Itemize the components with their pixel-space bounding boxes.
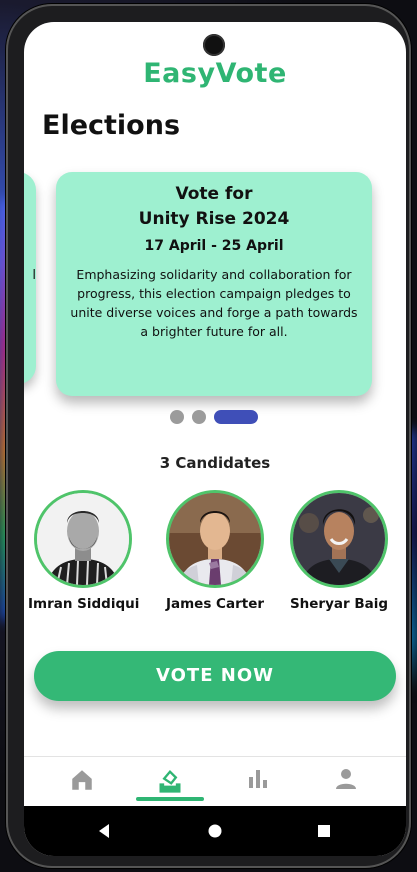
- nav-results[interactable]: [228, 767, 288, 801]
- nav-profile[interactable]: [316, 767, 376, 801]
- previous-card-text: l: [32, 268, 36, 283]
- nav-home[interactable]: [52, 767, 112, 801]
- candidates-count: 3 Candidates: [159, 454, 271, 472]
- vote-now-button[interactable]: VOTE NOW: [34, 651, 396, 701]
- candidate-avatar[interactable]: [290, 490, 388, 588]
- recents-icon[interactable]: [316, 823, 332, 839]
- candidate-avatar[interactable]: [34, 490, 132, 588]
- avatar-portrait-icon: [293, 493, 385, 585]
- home-icon: [72, 770, 92, 790]
- active-tab-indicator: [136, 797, 204, 801]
- system-navigation-bar: [24, 806, 406, 856]
- page-title: Elections: [42, 110, 181, 141]
- app-screen: EasyVote Elections l Vote for Unity Rise…: [24, 22, 406, 856]
- election-name: Unity Rise 2024: [138, 209, 290, 229]
- app-title: EasyVote: [143, 58, 287, 89]
- avatar-portrait-icon: [37, 493, 129, 585]
- card-heading: Vote for: [175, 184, 253, 204]
- election-card[interactable]: Vote for Unity Rise 2024 17 April - 25 A…: [56, 172, 372, 396]
- candidate-name: Sheryar Baig: [289, 596, 389, 612]
- candidate-card[interactable]: Imran Siddiqui: [28, 490, 140, 612]
- previous-election-card[interactable]: l: [24, 172, 36, 384]
- carousel-dot-3-active[interactable]: [214, 410, 258, 424]
- ballot-box-icon: [159, 769, 181, 793]
- back-icon[interactable]: [96, 823, 112, 839]
- nav-vote[interactable]: [140, 767, 200, 801]
- candidate-name: Imran Siddiqui: [28, 596, 140, 612]
- candidate-name: James Carter: [165, 596, 265, 612]
- bottom-navigation: [24, 756, 406, 807]
- candidate-card[interactable]: James Carter: [160, 490, 270, 612]
- front-camera: [203, 34, 225, 56]
- person-icon: [336, 769, 356, 789]
- home-circle-icon[interactable]: [207, 823, 223, 839]
- candidate-card[interactable]: Sheryar Baig: [284, 490, 394, 612]
- carousel-dot-1[interactable]: [170, 410, 184, 424]
- election-description: Emphasizing solidarity and collaboration…: [70, 267, 358, 339]
- election-dates: 17 April - 25 April: [144, 238, 284, 254]
- bar-chart-icon: [249, 770, 267, 788]
- carousel-dot-2[interactable]: [192, 410, 206, 424]
- candidate-avatar[interactable]: [166, 490, 264, 588]
- phone-frame: EasyVote Elections l Vote for Unity Rise…: [6, 4, 411, 868]
- avatar-portrait-icon: [169, 493, 261, 585]
